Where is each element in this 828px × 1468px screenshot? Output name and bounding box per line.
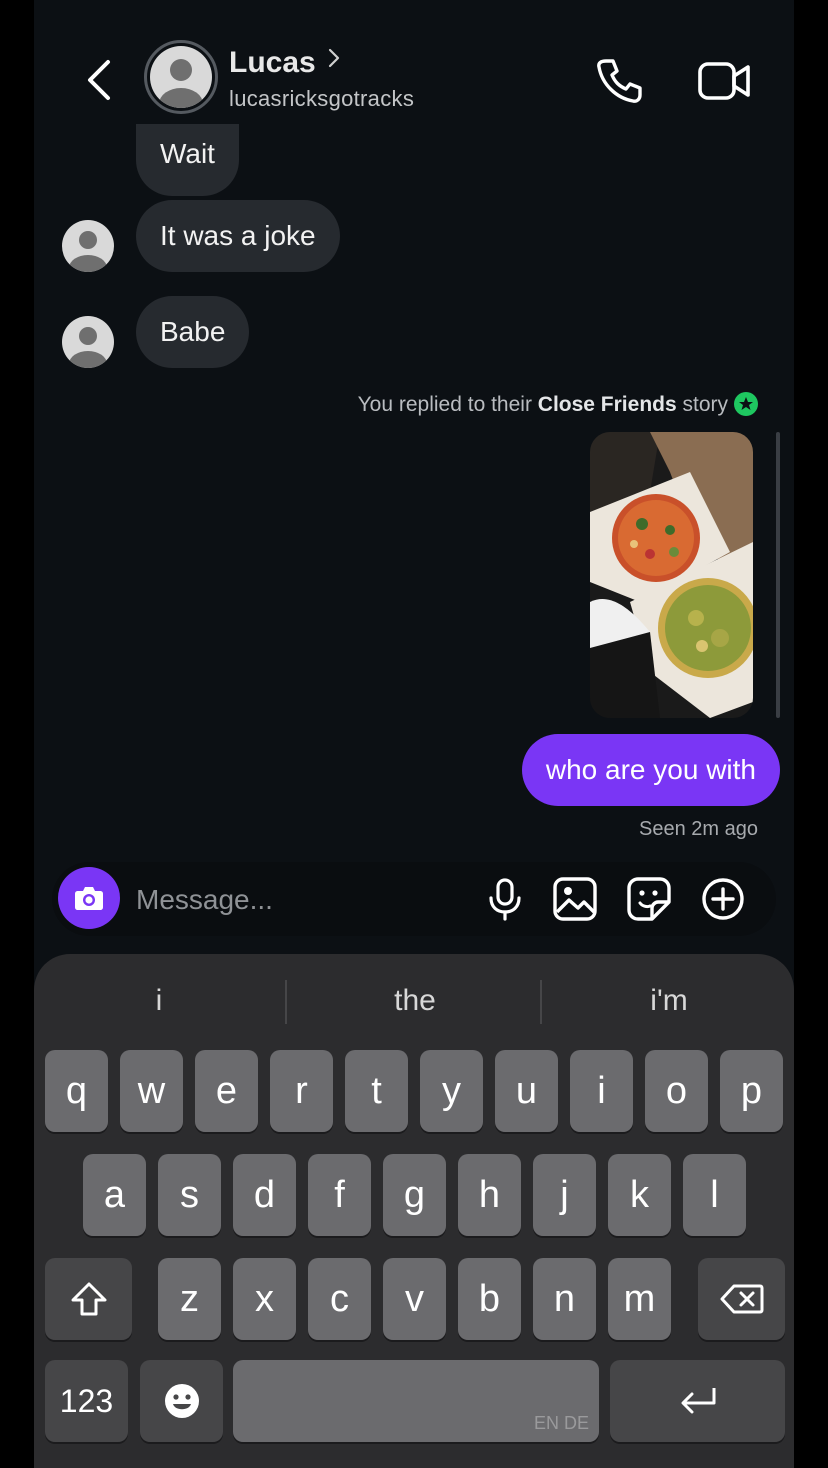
message-composer [52,862,776,936]
right-letterbox [794,0,828,1468]
image-icon [553,877,597,921]
suggestion-divider [285,980,287,1024]
suggestion-2[interactable]: the [330,976,500,1026]
numbers-key[interactable]: 123 [45,1360,128,1442]
key-q[interactable]: q [45,1050,108,1132]
close-friends-label: Close Friends [537,393,677,416]
phone-icon [597,59,642,103]
microphone-icon [489,878,521,921]
key-e[interactable]: e [195,1050,258,1132]
video-camera-icon [698,62,750,100]
key-p[interactable]: p [720,1050,783,1132]
key-a[interactable]: a [83,1154,146,1236]
sender-avatar[interactable] [62,220,114,272]
key-i[interactable]: i [570,1050,633,1132]
emoji-key[interactable] [140,1360,223,1442]
chevron-left-icon [88,60,110,100]
incoming-message[interactable]: Babe [136,296,250,368]
key-r[interactable]: r [270,1050,333,1132]
message-text: Wait [160,138,215,169]
contact-avatar[interactable] [144,40,218,114]
key-f[interactable]: f [308,1154,371,1236]
message-text: who are you with [545,754,756,785]
key-u[interactable]: u [495,1050,558,1132]
key-n[interactable]: n [533,1258,596,1340]
story-reply-line [776,432,780,718]
key-y[interactable]: y [420,1050,483,1132]
video-call-button[interactable] [696,56,754,106]
return-arrow-icon [681,1388,715,1414]
key-c[interactable]: c [308,1258,371,1340]
story-image[interactable] [590,432,753,718]
suggestion-3[interactable]: i'm [584,976,754,1026]
back-button[interactable] [80,56,120,104]
contact-name-link[interactable]: Lucas [229,46,340,80]
sender-avatar[interactable] [62,316,114,368]
key-d[interactable]: d [233,1154,296,1236]
keyboard-language-label: EN DE [533,1413,589,1433]
key-g[interactable]: g [383,1154,446,1236]
chat-screen: Lucas lucasricksgotracks Wait It was a j… [34,0,794,1468]
backspace-key[interactable] [698,1258,785,1340]
voice-message-button[interactable] [482,876,528,922]
on-screen-keyboard: i the i'm q w e r t y u i o p a s d f g … [34,954,794,1468]
reply-note-suffix: story [676,393,728,416]
audio-call-button[interactable] [594,56,644,106]
chevron-right-icon [329,48,340,68]
key-o[interactable]: o [645,1050,708,1132]
default-avatar-icon [62,316,114,368]
message-text: Babe [160,316,226,347]
space-bar[interactable]: EN DE [233,1360,599,1442]
more-options-button[interactable] [700,876,746,922]
key-k[interactable]: k [608,1154,671,1236]
incoming-message[interactable]: Wait [136,124,239,196]
seen-status: Seen 2m ago [639,818,758,840]
plus-circle-icon [702,878,744,920]
key-b[interactable]: b [458,1258,521,1340]
contact-handle: lucasricksgotracks [229,86,415,111]
gallery-button[interactable] [552,876,598,922]
key-w[interactable]: w [120,1050,183,1132]
key-s[interactable]: s [158,1154,221,1236]
suggestion-1[interactable]: i [74,976,244,1026]
key-v[interactable]: v [383,1258,446,1340]
default-avatar-icon [62,220,114,272]
sticker-icon [627,877,671,921]
key-m[interactable]: m [608,1258,671,1340]
outgoing-message[interactable]: who are you with [521,734,780,806]
message-input[interactable] [136,880,456,920]
key-z[interactable]: z [158,1258,221,1340]
pizza-photo [590,432,753,718]
backspace-icon [720,1284,763,1314]
left-letterbox [0,0,34,1468]
shift-arrow-icon [71,1282,106,1316]
camera-button[interactable] [58,867,120,929]
emoji-icon [164,1384,199,1418]
incoming-message[interactable]: It was a joke [136,200,340,272]
reply-note-prefix: You replied to their [357,393,538,416]
key-h[interactable]: h [458,1154,521,1236]
close-friends-star-icon [734,392,758,416]
key-l[interactable]: l [683,1154,746,1236]
contact-name: Lucas [229,46,316,79]
story-reply-note: You replied to their Close Friends story [358,392,758,417]
shift-key[interactable] [45,1258,132,1340]
key-x[interactable]: x [233,1258,296,1340]
key-t[interactable]: t [345,1050,408,1132]
message-text: It was a joke [160,220,316,251]
return-key[interactable] [610,1360,785,1442]
key-j[interactable]: j [533,1154,596,1236]
suggestion-divider [540,980,542,1024]
sticker-button[interactable] [626,876,672,922]
camera-icon [75,887,103,910]
default-avatar-icon [150,46,212,108]
